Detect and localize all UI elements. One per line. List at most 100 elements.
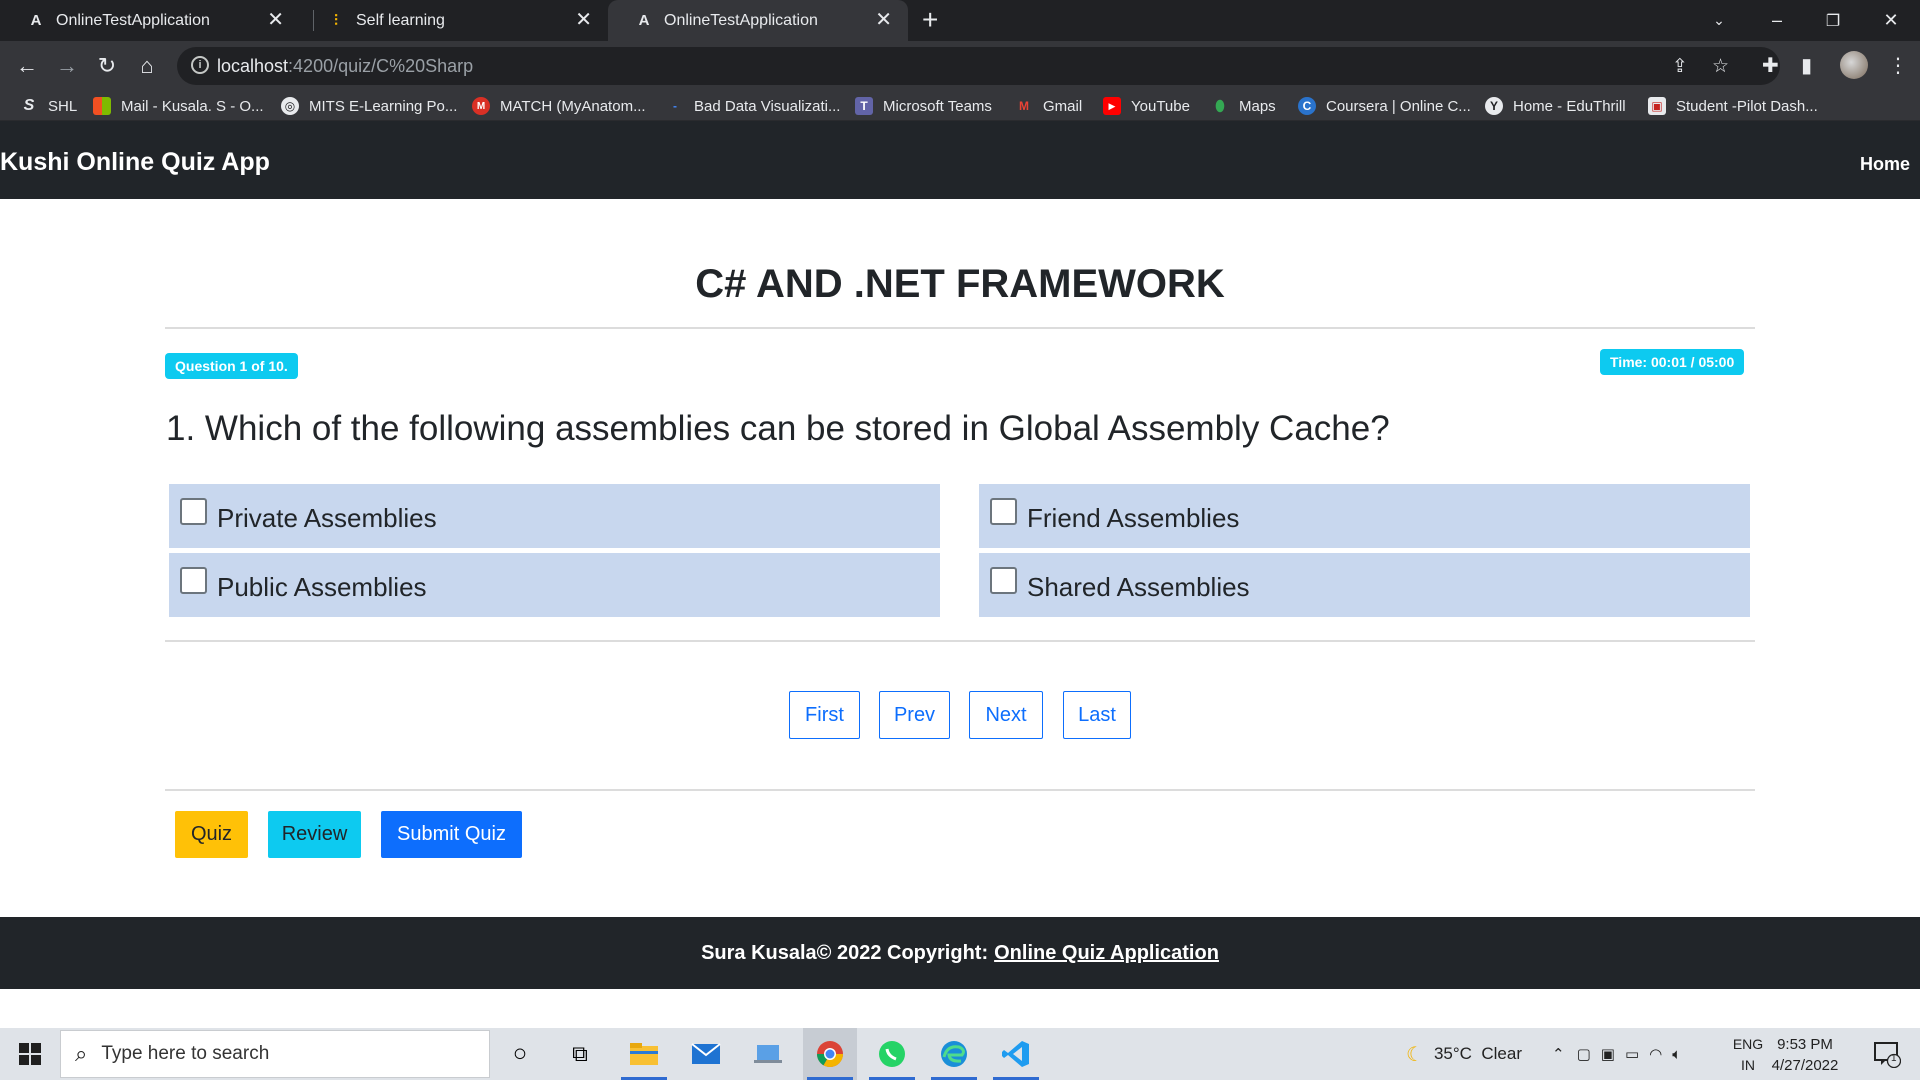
bookmark-label: SHL [48,97,78,115]
volume-icon[interactable]: 🔈︎ [1672,1046,1681,1063]
side-panel-icon[interactable]: ▮ [1801,53,1812,78]
next-button[interactable]: Next [969,691,1043,739]
option-checkbox[interactable] [180,566,207,594]
weather-text: 35°C Clear [1433,1044,1522,1063]
windows-logo-icon [19,1043,41,1065]
bookmark-item[interactable]: M Gmail [1015,95,1082,117]
coursera-icon: C [1298,97,1316,115]
review-button[interactable]: Review [268,811,361,858]
close-window-icon[interactable]: ✕ [1866,0,1916,41]
timer-badge: Time: 00:01 / 05:00 [1600,349,1745,375]
restore-icon[interactable]: ❐ [1808,0,1858,41]
notification-center-icon[interactable]: 1 [1860,1028,1914,1080]
quiz-title: C# AND .NET FRAMEWORK [695,262,1225,306]
search-icon: ⌕ [75,1041,88,1066]
option-friend-assemblies[interactable]: Friend Assemblies [979,484,1750,548]
clock-date: 4/27/2022 [1771,1057,1839,1074]
bookmark-item[interactable]: Y Home - EduThrill [1485,95,1626,117]
forward-icon[interactable]: → [53,52,81,80]
bookmark-star-icon[interactable]: ☆ [1712,55,1729,78]
prev-button[interactable]: Prev [879,691,950,739]
divider [165,789,1755,791]
bookmark-item[interactable]: ▣ Student -Pilot Dash... [1648,95,1818,117]
new-tab-icon[interactable]: + [922,6,938,34]
quiz-button[interactable]: Quiz [175,811,248,858]
option-shared-assemblies[interactable]: Shared Assemblies [979,553,1750,617]
first-button[interactable]: First [789,691,860,739]
footer-link[interactable]: Online Quiz Application [994,942,1219,965]
taskbar-search[interactable]: ⌕ Type here to search [60,1030,490,1078]
cortana-icon[interactable]: ○ [493,1028,547,1080]
notification-count: 1 [1891,1053,1897,1064]
wifi-icon[interactable]: ◠ [1649,1045,1662,1063]
close-tab-icon[interactable]: ✕ [575,9,592,31]
reload-icon[interactable]: ↻ [93,52,121,80]
profile-avatar[interactable] [1840,51,1868,79]
browser-tab-active[interactable]: A OnlineTestApplication ✕ [608,0,908,41]
bookmark-label: Maps [1239,97,1276,115]
divider [165,327,1755,329]
vscode-icon[interactable] [989,1028,1043,1080]
option-label: Private Assemblies [217,502,437,533]
tab-title: Self learning [356,11,445,29]
share-icon[interactable]: ⇪ [1672,55,1688,78]
minimize-icon[interactable]: – [1752,0,1802,41]
last-button[interactable]: Last [1063,691,1131,739]
bookmark-item[interactable]: C Coursera | Online C... [1298,95,1471,117]
nav-home-link[interactable]: Home [1860,154,1910,175]
moon-icon: ☾ [1406,1043,1424,1066]
home-icon[interactable]: ⌂ [133,52,161,80]
option-label: Friend Assemblies [1027,502,1240,533]
angular-icon: A [638,12,650,29]
app-brand[interactable]: Kushi Online Quiz App [0,148,270,177]
extensions-icon[interactable]: ✚ [1762,53,1779,78]
edge-icon[interactable] [927,1028,981,1080]
whatsapp-icon[interactable] [865,1028,919,1080]
close-tab-icon[interactable]: ✕ [267,9,284,31]
match-icon: M [472,97,490,115]
option-public-assemblies[interactable]: Public Assemblies [169,553,940,617]
browser-toolbar: ← → ↻ ⌂ i localhost:4200/quiz/C%20Sharp … [0,41,1920,91]
option-checkbox[interactable] [990,497,1017,525]
start-button[interactable] [0,1028,60,1080]
laptop-app-icon[interactable] [741,1028,795,1080]
submit-quiz-button[interactable]: Submit Quiz [381,811,522,858]
address-bar[interactable]: i localhost:4200/quiz/C%20Sharp ⇪ ☆ [177,47,1780,85]
bookmark-item[interactable]: T Microsoft Teams [855,95,992,117]
file-explorer-icon[interactable] [617,1028,671,1080]
microsoft-icon [93,97,111,115]
bookmark-item[interactable]: M MATCH (MyAnatom... [472,95,646,117]
chrome-icon[interactable] [803,1028,857,1080]
bookmark-item[interactable]: - Bad Data Visualizati... [666,95,840,117]
tab-title: OnlineTestApplication [56,11,210,29]
bookmark-label: Bad Data Visualizati... [694,97,841,115]
task-view-icon[interactable]: ⧉ [553,1028,607,1080]
menu-dots-icon[interactable]: ⋮ [1888,53,1908,78]
bookmark-label: MITS E-Learning Po... [309,97,458,115]
chevron-up-icon[interactable]: ⌃ [1552,1045,1565,1063]
site-info-icon[interactable]: i [191,56,209,74]
back-icon[interactable]: ← [13,52,41,80]
browser-tab[interactable]: ⫶ Self learning ✕ [300,0,608,41]
bookmark-item[interactable]: ◎ MITS E-Learning Po... [281,95,457,117]
weather-widget[interactable]: ☾ 35°C Clear [1406,1028,1522,1080]
battery-icon[interactable]: ▭ [1625,1045,1639,1063]
bookmark-item[interactable]: S SHL [20,95,78,117]
tab-search-icon[interactable]: ⌄ [1694,0,1744,41]
meet-now-icon[interactable]: ▢ [1577,1045,1591,1063]
bookmark-item[interactable]: ⬮ Maps [1211,95,1276,117]
system-clock[interactable]: 9:53 PM 4/27/2022 [1760,1034,1850,1076]
mail-icon[interactable] [679,1028,733,1080]
footer-copyright: Sura Kusala© 2022 Copyright: [701,941,989,964]
search-placeholder: Type here to search [101,1043,270,1064]
bookmark-label: Gmail [1043,97,1083,115]
bookmark-item[interactable]: Mail - Kusala. S - O... [93,95,264,117]
option-label: Public Assemblies [217,571,427,602]
bookmark-item[interactable]: ▶ YouTube [1103,95,1190,117]
close-tab-icon[interactable]: ✕ [875,9,892,31]
option-checkbox[interactable] [990,566,1017,594]
browser-tab[interactable]: A OnlineTestApplication ✕ [0,0,300,41]
option-private-assemblies[interactable]: Private Assemblies [169,484,940,548]
device-icon[interactable]: ▣ [1601,1045,1615,1063]
option-checkbox[interactable] [180,497,207,525]
